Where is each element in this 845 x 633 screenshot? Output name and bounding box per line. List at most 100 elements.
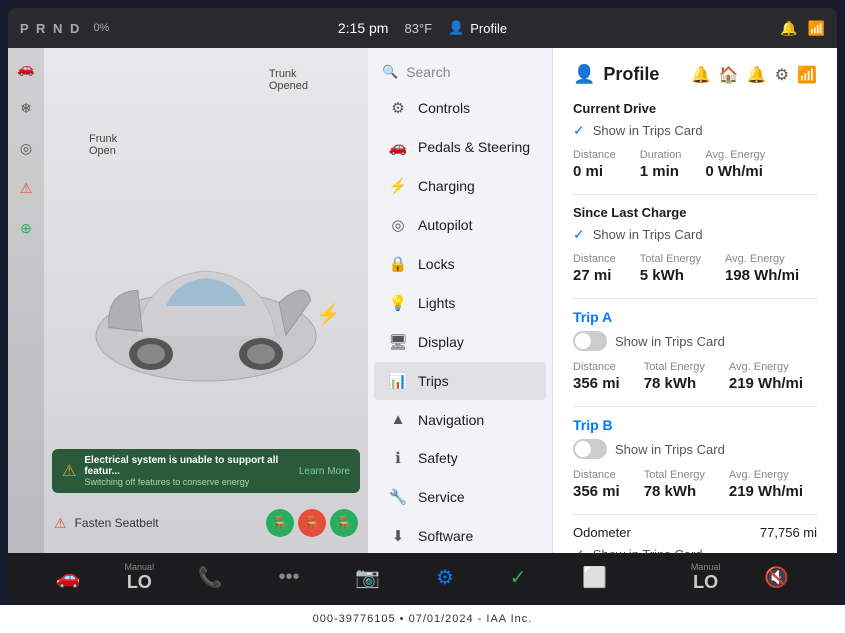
safety-label: Safety: [418, 450, 458, 466]
frunk-label: Frunk Open: [89, 133, 117, 157]
watermark-bar: 000-39776105 • 07/01/2024 - IAA Inc.: [0, 605, 845, 633]
profile-title-row: 👤 Profile 🔔 🏠 🔔 ⚙ 📶: [573, 64, 817, 85]
since-last-charge-check-icon: ✓: [573, 226, 585, 243]
menu-item-software[interactable]: ⬇ Software: [374, 517, 546, 553]
menu-item-locks[interactable]: 🔒 Locks: [374, 245, 546, 283]
signal-profile-icon: 📶: [797, 65, 817, 85]
sidebar-icon-location[interactable]: ◎: [14, 136, 38, 160]
software-label: Software: [418, 528, 473, 544]
trip-b-toggle[interactable]: [573, 439, 607, 459]
profile-header-button[interactable]: 👤 Profile: [448, 20, 507, 36]
trip-a-stat-2: Avg. Energy 219 Wh/mi: [729, 361, 803, 392]
taskbar-volume-display: Manual LO: [691, 562, 721, 593]
trip-a-toggle-knob: [575, 333, 591, 349]
left-sidebar: 🚗 ❄ ◎ ⚠ ⊕: [8, 48, 44, 553]
status-right-icons: 🔔 📶: [780, 20, 825, 37]
controls-icon: ⚙: [388, 99, 408, 117]
current-drive-check-icon: ✓: [573, 122, 585, 139]
autopilot-label: Autopilot: [418, 217, 472, 233]
trip-a-toggle[interactable]: [573, 331, 607, 351]
current-drive-stat-2: Avg. Energy 0 Wh/mi: [705, 149, 765, 180]
current-drive-show-trips: ✓ Show in Trips Card: [573, 122, 817, 139]
controls-label: Controls: [418, 100, 470, 116]
profile-title: 👤 Profile: [573, 64, 659, 85]
notification-text: Electrical system is unable to support a…: [84, 455, 291, 487]
current-drive-stat-0: Distance 0 mi: [573, 149, 616, 180]
seat-icon-2[interactable]: 🪑: [298, 509, 326, 537]
menu-item-safety[interactable]: ℹ Safety: [374, 439, 546, 477]
profile-person-icon: 👤: [573, 64, 595, 85]
taskbar-mute-icon[interactable]: 🔇: [752, 561, 801, 594]
charging-label: Charging: [418, 178, 475, 194]
menu-item-trips[interactable]: 📊 Trips: [374, 362, 546, 400]
taskbar-phone-icon[interactable]: 📞: [186, 561, 235, 594]
menu-item-display[interactable]: 🖥 Display: [374, 323, 546, 361]
seat-icon-1[interactable]: 🪑: [266, 509, 294, 537]
since-last-charge-stats: Distance 27 mi Total Energy 5 kWh Avg. E…: [573, 253, 817, 284]
search-row[interactable]: 🔍 Search: [368, 56, 552, 88]
taskbar-bluetooth-icon[interactable]: ⚙: [424, 561, 466, 594]
trip-b-show-trips-label: Show in Trips Card: [615, 442, 725, 457]
profile-panel: 👤 Profile 🔔 🏠 🔔 ⚙ 📶 Current Drive ✓: [553, 48, 837, 553]
pedals-label: Pedals & Steering: [418, 139, 530, 155]
odometer-row: Odometer 77,756 mi: [573, 525, 817, 540]
taskbar-car-icon[interactable]: 🚗: [44, 561, 93, 594]
taskbar: 🚗 Manual LO 📞 ••• 📷 ⚙ ✓ ⬜ Manual LO 🔇: [8, 553, 837, 601]
since-last-charge-show-trips-label: Show in Trips Card: [593, 227, 703, 242]
divider-3: [573, 406, 817, 407]
service-icon: 🔧: [388, 488, 408, 506]
sidebar-icon-alert[interactable]: ⚠: [14, 176, 38, 200]
learn-more-button[interactable]: Learn More: [299, 466, 350, 477]
menu-item-service[interactable]: 🔧 Service: [374, 478, 546, 516]
menu-item-autopilot[interactable]: ◎ Autopilot: [374, 206, 546, 244]
alarm-profile-icon[interactable]: 🔔: [691, 65, 711, 85]
search-icon: 🔍: [382, 64, 398, 80]
display-icon: 🖥: [388, 333, 408, 351]
divider-4: [573, 514, 817, 515]
time-display: 2:15 pm: [338, 20, 389, 36]
trips-icon: 📊: [388, 372, 408, 390]
since-charge-stat-2: Avg. Energy 198 Wh/mi: [725, 253, 799, 284]
taskbar-square-icon[interactable]: ⬜: [570, 561, 619, 594]
locks-icon: 🔒: [388, 255, 408, 273]
sidebar-icon-charge[interactable]: ⊕: [14, 216, 38, 240]
trip-b-toggle-row: Show in Trips Card: [573, 439, 817, 459]
main-content: 🚗 ❄ ◎ ⚠ ⊕ Trunk Opened Frunk Open: [8, 48, 837, 553]
seatbelt-label: Fasten Seatbelt: [75, 516, 159, 530]
battery-display: 0%: [93, 22, 109, 34]
prnd-display: P R N D: [20, 21, 81, 36]
sidebar-icon-car[interactable]: 🚗: [14, 56, 38, 80]
menu-item-charging[interactable]: ⚡ Charging: [374, 167, 546, 205]
wifi-icon: 📶: [808, 20, 825, 37]
taskbar-dots-icon[interactable]: •••: [267, 562, 312, 593]
menu-item-navigation[interactable]: ▲ Navigation: [374, 401, 546, 438]
sidebar-icon-climate[interactable]: ❄: [14, 96, 38, 120]
taskbar-camera-icon[interactable]: 📷: [343, 561, 392, 594]
trip-b-title: Trip B: [573, 417, 817, 433]
bell-profile-icon[interactable]: 🔔: [747, 65, 767, 85]
alarm-icon[interactable]: 🔔: [780, 20, 797, 37]
watermark-text: 000-39776105 • 07/01/2024 - IAA Inc.: [313, 613, 533, 625]
profile-icons-row: 🔔 🏠 🔔 ⚙ 📶: [691, 65, 817, 85]
taskbar-manual-label: Manual: [125, 562, 155, 572]
menu-item-pedals[interactable]: 🚗 Pedals & Steering: [374, 128, 546, 166]
safety-icon: ℹ: [388, 449, 408, 467]
locks-label: Locks: [418, 256, 455, 272]
since-last-charge-show-trips: ✓ Show in Trips Card: [573, 226, 817, 243]
odometer-value: 77,756 mi: [760, 525, 817, 540]
menu-item-lights[interactable]: 💡 Lights: [374, 284, 546, 322]
home-profile-icon[interactable]: 🏠: [719, 65, 739, 85]
car-display: 🚗 ❄ ◎ ⚠ ⊕ Trunk Opened Frunk Open: [8, 48, 368, 553]
temp-display: 83°F: [404, 21, 432, 36]
software-icon: ⬇: [388, 527, 408, 545]
taskbar-gear-display[interactable]: Manual LO: [125, 562, 155, 593]
bluetooth-profile-icon[interactable]: ⚙: [775, 65, 789, 85]
notification-bar: ⚠ Electrical system is unable to support…: [52, 449, 360, 493]
notification-icon: ⚠: [62, 461, 76, 481]
taskbar-check-icon[interactable]: ✓: [498, 561, 539, 594]
since-charge-stat-0: Distance 27 mi: [573, 253, 616, 284]
seat-icon-3[interactable]: 🪑: [330, 509, 358, 537]
trip-b-stat-0: Distance 356 mi: [573, 469, 620, 500]
menu-item-controls[interactable]: ⚙ Controls: [374, 89, 546, 127]
taskbar-volume-label: Manual: [691, 562, 721, 572]
